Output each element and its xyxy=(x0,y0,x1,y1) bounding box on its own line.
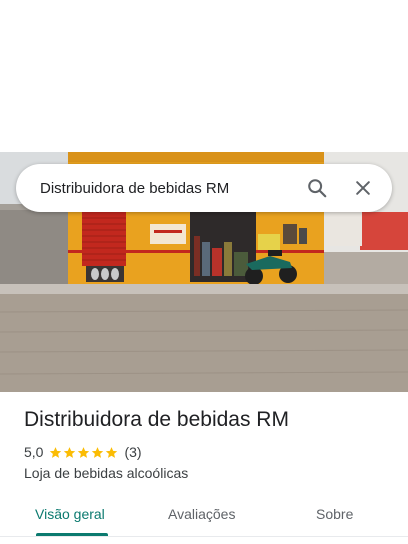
rating-value: 5,0 xyxy=(24,444,44,460)
place-title: Distribuidora de bebidas RM xyxy=(24,408,289,431)
close-button[interactable] xyxy=(340,165,386,211)
star-icon xyxy=(64,446,76,458)
star-icon xyxy=(106,446,118,458)
rating-stars xyxy=(49,446,118,459)
tab-overview[interactable]: Visão geral xyxy=(35,506,105,522)
tab-bar: Visão geral Avaliações Sobre xyxy=(0,496,408,537)
star-icon xyxy=(92,446,104,458)
search-button[interactable] xyxy=(294,165,340,211)
search-bar[interactable]: Distribuidora de bebidas RM xyxy=(16,164,392,212)
rating-row[interactable]: 5,0 (3) xyxy=(24,444,142,460)
search-icon xyxy=(308,179,327,198)
active-tab-indicator xyxy=(36,533,108,536)
star-icon xyxy=(50,446,62,458)
close-icon xyxy=(356,181,370,195)
star-icon xyxy=(78,446,90,458)
review-count: (3) xyxy=(124,444,142,460)
tab-reviews[interactable]: Avaliações xyxy=(168,506,235,522)
place-category: Loja de bebidas alcoólicas xyxy=(24,465,189,481)
search-input[interactable]: Distribuidora de bebidas RM xyxy=(16,180,294,197)
tab-about[interactable]: Sobre xyxy=(316,506,353,522)
